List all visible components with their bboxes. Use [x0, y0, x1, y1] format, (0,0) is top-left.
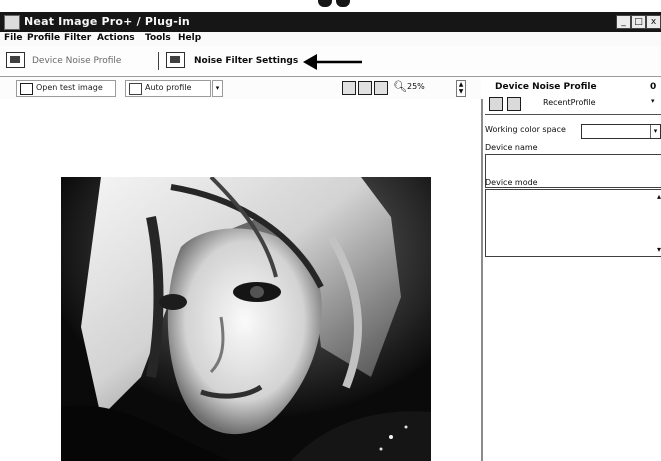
- device-mode-label: Device mode: [485, 178, 538, 187]
- maximize-button[interactable]: □: [631, 15, 646, 29]
- menu-profile[interactable]: Profile: [27, 33, 60, 43]
- test-image-preview: [61, 177, 431, 461]
- zoom-spinner[interactable]: ▲ ▼: [456, 80, 466, 97]
- open-image-icon: [20, 83, 33, 95]
- menu-filter[interactable]: Filter: [64, 33, 91, 43]
- device-noise-profile-panel: Device Noise Profile 0 RecentProfile ▾ W…: [483, 77, 661, 461]
- compare-icon[interactable]: [358, 81, 372, 95]
- menu-help[interactable]: Help: [178, 33, 201, 43]
- cropped-text-fragment: [336, 0, 350, 7]
- profile-dropdown-icon[interactable]: ▾: [651, 97, 655, 105]
- auto-profile-icon: [129, 83, 142, 95]
- open-test-image-button[interactable]: Open test image: [16, 80, 116, 97]
- tab-noise-filter-settings-label: Noise Filter Settings: [194, 56, 299, 66]
- image-canvas[interactable]: [0, 99, 483, 461]
- auto-profile-label: Auto profile: [145, 83, 192, 92]
- auto-profile-button[interactable]: Auto profile: [125, 80, 211, 97]
- toolbar: Open test image Auto profile ▾ 🔍︎ 25% ▲ ▼: [0, 77, 481, 100]
- scroll-up-icon[interactable]: ▴: [657, 192, 661, 201]
- portrait-photo: [61, 177, 431, 461]
- menu-actions[interactable]: Actions: [97, 33, 135, 43]
- menu-bar: File Profile Filter Actions Tools Help: [0, 32, 661, 46]
- preview-icon[interactable]: [342, 81, 356, 95]
- minimize-button[interactable]: _: [616, 15, 631, 29]
- tab-separator: [158, 52, 159, 70]
- panel-title: Device Noise Profile: [495, 82, 597, 92]
- profile-name[interactable]: RecentProfile: [543, 98, 596, 107]
- window-title: Neat Image Pro+ / Plug-in: [24, 15, 190, 28]
- tab-noise-filter-settings[interactable]: Noise Filter Settings: [164, 50, 304, 70]
- chevron-down-icon: ▾: [650, 125, 660, 138]
- annotation-arrow-icon: [303, 54, 362, 70]
- close-button[interactable]: x: [646, 15, 661, 29]
- working-color-space-label: Working color space: [485, 125, 566, 134]
- profile-toolbar: RecentProfile ▾: [485, 94, 661, 115]
- cropped-heading-strip: [0, 0, 661, 12]
- open-test-image-label: Open test image: [36, 83, 103, 92]
- auto-profile-dropdown[interactable]: ▾: [212, 80, 223, 97]
- menu-tools[interactable]: Tools: [145, 33, 171, 43]
- camera-profile-icon: [6, 52, 25, 68]
- zoom-magnifier-icon[interactable]: 🔍︎: [393, 81, 407, 93]
- panel-close-button[interactable]: 0: [650, 82, 656, 92]
- scroll-down-icon[interactable]: ▾: [657, 245, 661, 254]
- title-bar: Neat Image Pro+ / Plug-in _ □ x: [0, 12, 661, 32]
- tab-device-noise-profile[interactable]: Device Noise Profile: [6, 50, 154, 70]
- device-mode-field[interactable]: ▴ ▾: [485, 189, 661, 257]
- device-name-label: Device name: [485, 143, 538, 152]
- tab-device-noise-profile-label: Device Noise Profile: [32, 56, 122, 66]
- zoom-value: 25%: [407, 82, 425, 91]
- app-icon: [4, 15, 20, 30]
- menu-file[interactable]: File: [4, 33, 22, 43]
- channel-icon[interactable]: [374, 81, 388, 95]
- load-profile-icon[interactable]: [489, 97, 503, 111]
- filter-settings-icon: [166, 52, 185, 68]
- save-profile-icon[interactable]: [507, 97, 521, 111]
- working-color-space-select[interactable]: ▾: [581, 124, 661, 139]
- cropped-text-fragment: [318, 0, 332, 7]
